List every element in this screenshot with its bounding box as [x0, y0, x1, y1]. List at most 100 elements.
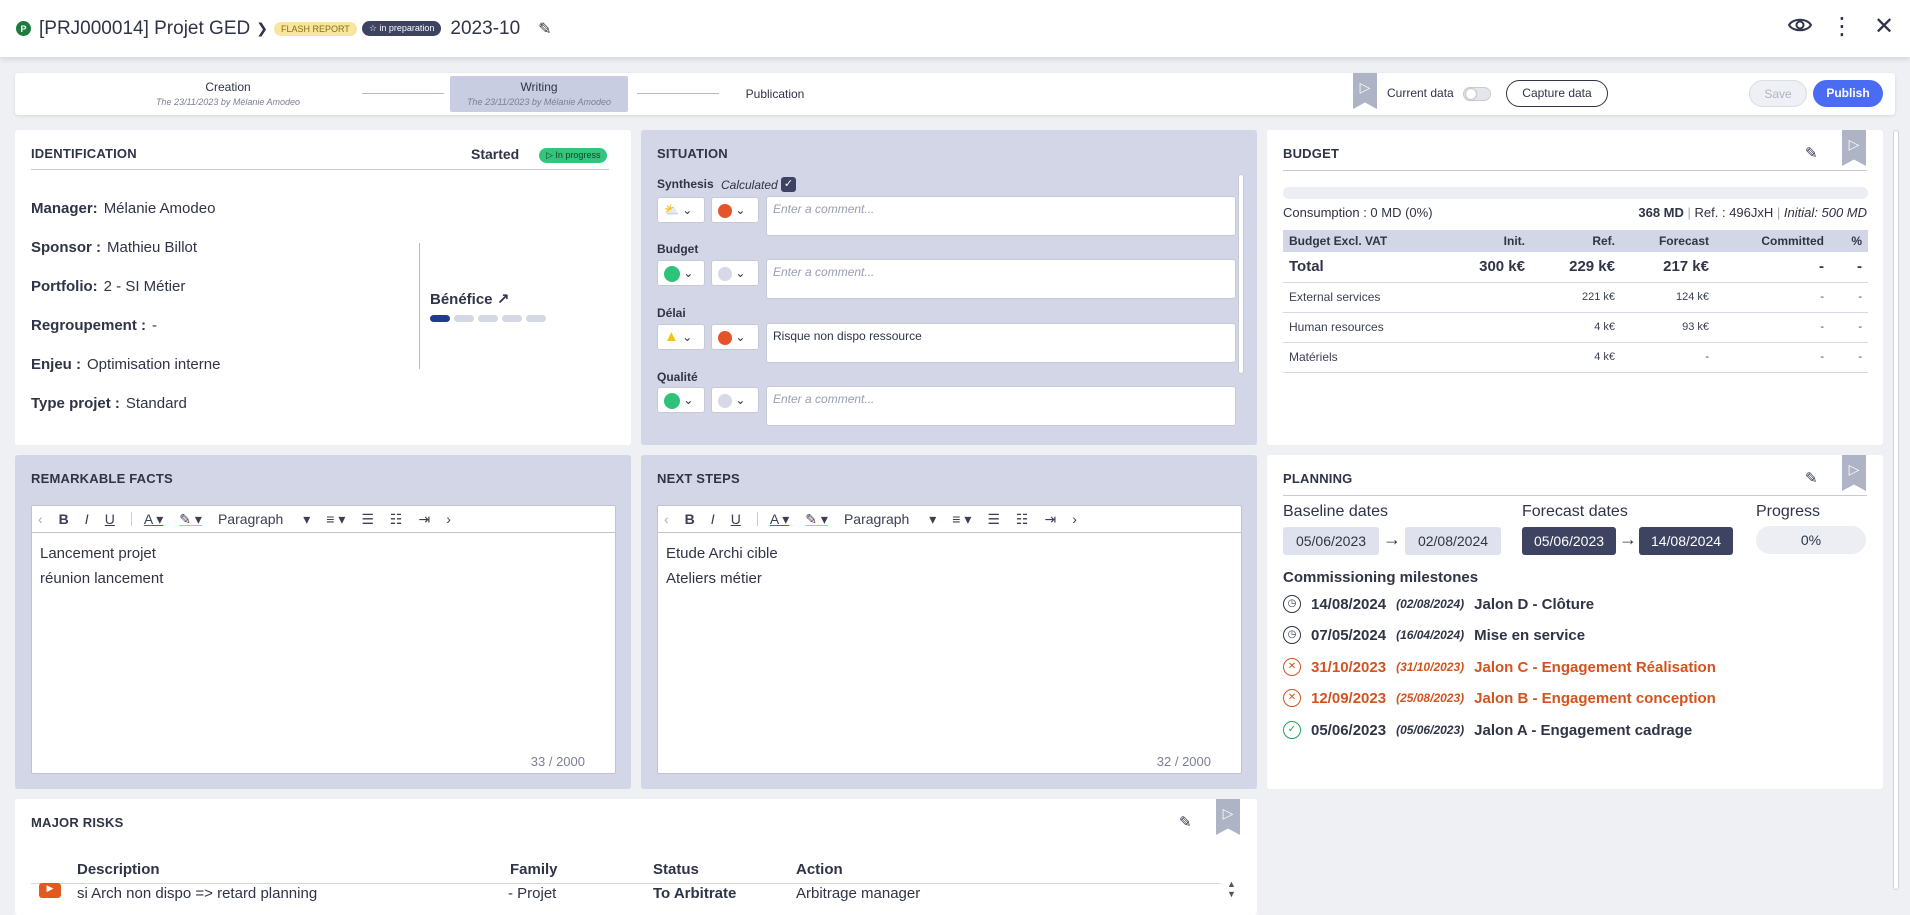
- bold-icon[interactable]: B: [59, 511, 69, 527]
- milestone-date: 07/05/2024: [1311, 626, 1387, 644]
- field-value: Mathieu Billot: [107, 239, 198, 256]
- milestone-item[interactable]: ◷ 07/05/2024 (16/04/2024) Mise en servic…: [1283, 626, 1585, 644]
- save-button[interactable]: Save: [1749, 80, 1807, 107]
- milestones-title: Commissioning milestones: [1283, 569, 1479, 586]
- underline-icon[interactable]: U: [105, 511, 115, 527]
- numbered-list-icon[interactable]: ☰: [987, 511, 1000, 528]
- consumption-progress-bar: [1283, 187, 1868, 199]
- current-data-toggle[interactable]: [1463, 87, 1491, 101]
- cancel-circle-icon: ✕: [1283, 689, 1301, 707]
- milestone-name: Jalon C - Engagement Réalisation: [1474, 658, 1716, 676]
- milestone-item[interactable]: ✓ 05/06/2023 (05/06/2023) Jalon A - Enga…: [1283, 721, 1692, 739]
- delay-weather-dropdown[interactable]: ▲ ⌄: [657, 324, 705, 350]
- bullet-list-icon[interactable]: ☷: [390, 511, 403, 528]
- scroll-right-icon[interactable]: ›: [1072, 511, 1077, 527]
- field-portfolio: Portfolio: 2 - SI Métier: [31, 278, 185, 295]
- play-flag-icon[interactable]: ▷: [1216, 799, 1240, 835]
- text-color-icon[interactable]: A ▾: [144, 511, 163, 528]
- field-value: -: [152, 317, 158, 334]
- editor-content[interactable]: Etude Archi cible Ateliers métier: [658, 533, 1241, 599]
- edit-pencil-icon[interactable]: ✎: [1179, 813, 1192, 831]
- text-color-icon[interactable]: A ▾: [770, 511, 789, 528]
- underline-icon[interactable]: U: [731, 511, 741, 527]
- cell: -: [1715, 342, 1830, 373]
- play-flag-icon[interactable]: ▷: [1842, 455, 1866, 491]
- cell: Human resources: [1283, 312, 1441, 343]
- highlight-icon[interactable]: ✎ ▾: [179, 511, 202, 528]
- field-value: Mélanie Amodeo: [103, 200, 216, 217]
- more-vertical-icon[interactable]: ⋮: [1828, 12, 1856, 41]
- facts-rich-text-editor[interactable]: ‹ B I U A ▾ ✎ ▾ Paragraph ▾ ≡ ▾ ☰ ☷ ⇥ › …: [31, 505, 616, 774]
- align-icon[interactable]: ≡ ▾: [326, 511, 345, 528]
- eye-icon[interactable]: [1786, 13, 1814, 41]
- milestone-planned-date: (05/06/2023): [1396, 723, 1465, 737]
- delay-comment-input[interactable]: Risque non dispo ressource: [766, 323, 1236, 363]
- step-name: Writing: [520, 80, 558, 94]
- cell: -: [1715, 312, 1830, 343]
- table-header-row: Budget Excl. VAT Init. Ref. Forecast Com…: [1283, 230, 1868, 252]
- budget-comment-input[interactable]: Enter a comment...: [766, 259, 1236, 299]
- chevron-right-icon[interactable]: ❯: [256, 20, 268, 37]
- synthesis-comment-input[interactable]: Enter a comment...: [766, 196, 1236, 236]
- capture-data-button[interactable]: Capture data: [1506, 80, 1608, 107]
- baseline-end-date: 02/08/2024: [1405, 527, 1501, 555]
- quality-trend-dropdown[interactable]: ⌄: [711, 387, 759, 413]
- indent-icon[interactable]: ⇥: [1044, 511, 1056, 528]
- italic-icon[interactable]: I: [711, 511, 715, 527]
- bullet-list-icon[interactable]: ☷: [1016, 511, 1029, 528]
- calculated-checkbox[interactable]: ✓: [781, 177, 796, 192]
- highlight-icon[interactable]: ✎ ▾: [805, 511, 828, 528]
- benefit-segment: [526, 315, 546, 322]
- publish-button[interactable]: Publish: [1813, 80, 1883, 107]
- scroll-left-icon[interactable]: ‹: [664, 511, 669, 527]
- budget-weather-dropdown[interactable]: ⌄: [657, 260, 705, 286]
- synthesis-trend-dropdown[interactable]: ⌄: [711, 197, 759, 223]
- numbered-list-icon[interactable]: ☰: [361, 511, 374, 528]
- bold-icon[interactable]: B: [685, 511, 695, 527]
- next-steps-rich-text-editor[interactable]: ‹ B I U A ▾ ✎ ▾ Paragraph ▾ ≡ ▾ ☰ ☷ ⇥ › …: [657, 505, 1242, 774]
- paragraph-style-dropdown[interactable]: Paragraph ▾: [844, 511, 936, 528]
- synthesis-weather-dropdown[interactable]: ⛅ ⌄: [657, 197, 705, 223]
- quality-weather-dropdown[interactable]: ⌄: [657, 387, 705, 413]
- risk-description[interactable]: si Arch non dispo => retard planning: [77, 885, 317, 902]
- milestone-item[interactable]: ✕ 31/10/2023 (31/10/2023) Jalon C - Enga…: [1283, 658, 1716, 676]
- milestone-planned-date: (02/08/2024): [1396, 597, 1465, 611]
- milestone-item[interactable]: ◷ 14/08/2024 (02/08/2024) Jalon D - Clôt…: [1283, 595, 1594, 613]
- milestone-item[interactable]: ✕ 12/09/2023 (25/08/2023) Jalon B - Enga…: [1283, 689, 1716, 707]
- cell: [1441, 312, 1531, 343]
- editor-content[interactable]: Lancement projet réunion lancement: [32, 533, 615, 599]
- paragraph-style-dropdown[interactable]: Paragraph ▾: [218, 511, 310, 528]
- scroll-right-icon[interactable]: ›: [446, 511, 451, 527]
- step-writing[interactable]: Writing The 23/11/2023 by Mélanie Amodeo: [450, 76, 628, 112]
- edit-pencil-icon[interactable]: ✎: [1805, 144, 1818, 162]
- step-creation[interactable]: Creation The 23/11/2023 by Mélanie Amode…: [143, 76, 313, 112]
- step-date: The 23/11/2023 by Mélanie Amodeo: [466, 97, 612, 107]
- scroll-left-icon[interactable]: ‹: [38, 511, 43, 527]
- page-scrollbar[interactable]: [1893, 130, 1899, 890]
- scrollbar[interactable]: [1238, 174, 1244, 374]
- trend-up-icon: ↗: [496, 291, 510, 308]
- field-enjeu: Enjeu : Optimisation interne: [31, 356, 220, 373]
- panel-title: SITUATION: [657, 146, 728, 161]
- panel-title: BUDGET: [1283, 146, 1340, 161]
- step-publication[interactable]: Publication: [715, 76, 835, 112]
- arrow-right-icon: →: [1383, 529, 1401, 549]
- milestone-planned-date: (16/04/2024): [1396, 628, 1465, 642]
- play-flag-icon[interactable]: ▷: [1842, 130, 1866, 166]
- paragraph-label: Paragraph: [843, 510, 910, 527]
- indent-icon[interactable]: ⇥: [418, 511, 430, 528]
- align-icon[interactable]: ≡ ▾: [952, 511, 971, 528]
- edit-pencil-icon[interactable]: ✎: [1805, 469, 1818, 487]
- quality-comment-input[interactable]: Enter a comment...: [766, 386, 1236, 426]
- paragraph-label: Paragraph: [217, 510, 284, 527]
- column-header: %: [1830, 230, 1868, 252]
- editor-toolbar: ‹ B I U A ▾ ✎ ▾ Paragraph ▾ ≡ ▾ ☰ ☷ ⇥ ›: [658, 506, 1241, 533]
- budget-trend-dropdown[interactable]: ⌄: [711, 260, 759, 286]
- workflow-stepper: Creation The 23/11/2023 by Mélanie Amode…: [15, 73, 1895, 115]
- field-type-projet: Type projet : Standard: [31, 395, 187, 412]
- close-icon[interactable]: ✕: [1870, 12, 1898, 41]
- edit-pencil-icon[interactable]: ✎: [538, 19, 551, 39]
- italic-icon[interactable]: I: [85, 511, 89, 527]
- delay-trend-dropdown[interactable]: ⌄: [711, 324, 759, 350]
- table-scroll-arrows[interactable]: ▲ ▼: [1227, 879, 1236, 899]
